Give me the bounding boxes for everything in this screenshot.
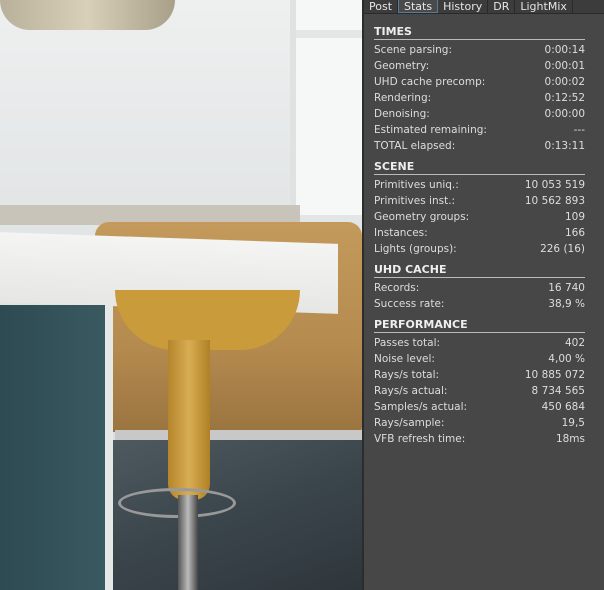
stat-label: Passes total: bbox=[374, 337, 441, 349]
stat-label: Primitives inst.: bbox=[374, 195, 456, 207]
stat-row: Success rate: 38,9 % bbox=[374, 296, 585, 312]
stat-value: 402 bbox=[564, 337, 585, 349]
render-viewport bbox=[0, 0, 362, 590]
stat-label: Geometry: bbox=[374, 60, 430, 72]
tab-bar: Post Stats History DR LightMix bbox=[364, 0, 604, 14]
stool-stem bbox=[168, 340, 210, 500]
stat-row: UHD cache precomp: 0:00:02 bbox=[374, 74, 585, 90]
tab-stats[interactable]: Stats bbox=[398, 0, 439, 13]
stat-row: Primitives uniq.: 10 053 519 bbox=[374, 177, 585, 193]
stat-value: 0:00:02 bbox=[544, 76, 585, 88]
stat-value: 0:00:00 bbox=[544, 108, 585, 120]
stat-value: 450 684 bbox=[541, 401, 585, 413]
stat-value: 8 734 565 bbox=[531, 385, 585, 397]
stat-value: 166 bbox=[564, 227, 585, 239]
stat-label: Samples/s actual: bbox=[374, 401, 468, 413]
stat-label: Noise level: bbox=[374, 353, 435, 365]
stat-value: 38,9 % bbox=[548, 298, 585, 310]
stat-value: 0:00:01 bbox=[544, 60, 585, 72]
pendant-lamp bbox=[0, 0, 175, 30]
stat-label: Geometry groups: bbox=[374, 211, 470, 223]
stat-label: Rays/sample: bbox=[374, 417, 445, 429]
stat-row: Samples/s actual: 450 684 bbox=[374, 399, 585, 415]
section-header: UHD CACHE bbox=[374, 263, 585, 278]
stat-label: Estimated remaining: bbox=[374, 124, 487, 136]
stat-value: 10 053 519 bbox=[524, 179, 585, 191]
stat-value: 18ms bbox=[555, 433, 585, 445]
section-header: SCENE bbox=[374, 160, 585, 175]
stat-row: Lights (groups): 226 (16) bbox=[374, 241, 585, 257]
stat-row: Geometry groups: 109 bbox=[374, 209, 585, 225]
stat-row: Records: 16 740 bbox=[374, 280, 585, 296]
stat-row: VFB refresh time: 18ms bbox=[374, 431, 585, 447]
tab-lightmix[interactable]: LightMix bbox=[515, 0, 573, 13]
stat-label: Rendering: bbox=[374, 92, 432, 104]
stat-row: Primitives inst.: 10 562 893 bbox=[374, 193, 585, 209]
stat-label: Denoising: bbox=[374, 108, 430, 120]
stat-row: Geometry: 0:00:01 bbox=[374, 58, 585, 74]
stat-label: Instances: bbox=[374, 227, 428, 239]
stats-panel: Post Stats History DR LightMix TIMES Scene pa… bbox=[362, 0, 604, 590]
section-header: PERFORMANCE bbox=[374, 318, 585, 333]
stool-pole bbox=[178, 495, 198, 590]
stat-value: 19,5 bbox=[561, 417, 585, 429]
section-uhd-cache: UHD CACHE Records: 16 740 Success rate: 38,9… bbox=[374, 263, 585, 312]
stat-row: Scene parsing: 0:00:14 bbox=[374, 42, 585, 58]
stat-label: Success rate: bbox=[374, 298, 445, 310]
section-times: TIMES Scene parsing: 0:00:14 Geometry: 0:00:… bbox=[374, 25, 585, 154]
section-performance: PERFORMANCE Passes total: 402 Noise level: 4… bbox=[374, 318, 585, 447]
stat-label: Rays/s actual: bbox=[374, 385, 448, 397]
stat-value: 16 740 bbox=[548, 282, 585, 294]
window-frame bbox=[296, 30, 362, 38]
stat-label: Primitives uniq.: bbox=[374, 179, 459, 191]
stat-label: Records: bbox=[374, 282, 420, 294]
stat-label: VFB refresh time: bbox=[374, 433, 466, 445]
stat-label: TOTAL elapsed: bbox=[374, 140, 456, 152]
stat-value: 109 bbox=[564, 211, 585, 223]
stat-row: Estimated remaining: --- bbox=[374, 122, 585, 138]
tab-dr[interactable]: DR bbox=[488, 0, 516, 13]
stat-label: UHD cache precomp: bbox=[374, 76, 486, 88]
stat-row: Rays/sample: 19,5 bbox=[374, 415, 585, 431]
stat-row: Passes total: 402 bbox=[374, 335, 585, 351]
stat-value: 0:12:52 bbox=[544, 92, 585, 104]
stat-value: 0:13:11 bbox=[544, 140, 585, 152]
stat-row: Instances: 166 bbox=[374, 225, 585, 241]
stat-value: 0:00:14 bbox=[544, 44, 585, 56]
section-scene: SCENE Primitives uniq.: 10 053 519 Primitiv… bbox=[374, 160, 585, 257]
stat-label: Lights (groups): bbox=[374, 243, 457, 255]
stat-label: Scene parsing: bbox=[374, 44, 453, 56]
stat-value: --- bbox=[573, 124, 585, 136]
stool-footrest bbox=[118, 488, 236, 518]
stat-row: Noise level: 4,00 % bbox=[374, 351, 585, 367]
tab-post[interactable]: Post bbox=[364, 0, 399, 13]
stat-value: 4,00 % bbox=[548, 353, 585, 365]
stat-row: TOTAL elapsed: 0:13:11 bbox=[374, 138, 585, 154]
section-header: TIMES bbox=[374, 25, 585, 40]
stat-value: 10 885 072 bbox=[524, 369, 585, 381]
stat-row: Rays/s total: 10 885 072 bbox=[374, 367, 585, 383]
stat-label: Rays/s total: bbox=[374, 369, 440, 381]
cabinet-edge bbox=[105, 305, 113, 590]
cabinet bbox=[0, 305, 112, 590]
stat-value: 10 562 893 bbox=[524, 195, 585, 207]
stat-row: Denoising: 0:00:00 bbox=[374, 106, 585, 122]
stat-row: Rays/s actual: 8 734 565 bbox=[374, 383, 585, 399]
stat-row: Rendering: 0:12:52 bbox=[374, 90, 585, 106]
tab-history[interactable]: History bbox=[438, 0, 489, 13]
stat-value: 226 (16) bbox=[540, 243, 585, 255]
